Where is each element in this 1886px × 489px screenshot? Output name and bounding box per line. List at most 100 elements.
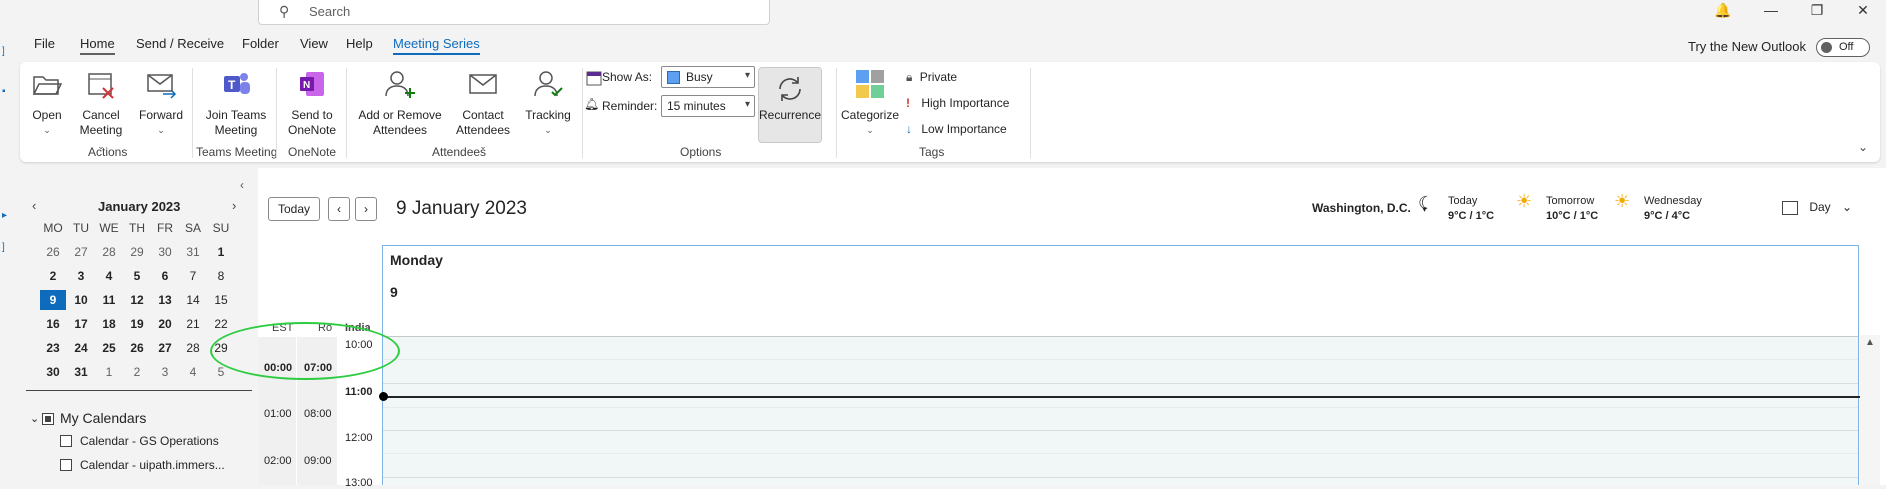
- calendar-day[interactable]: 18: [96, 314, 122, 334]
- forward-button[interactable]: Forward ⌄: [138, 68, 184, 138]
- search-placeholder: Search: [309, 4, 351, 19]
- tab-send-receive[interactable]: Send / Receive: [136, 36, 224, 51]
- calendar-day[interactable]: 31: [68, 362, 94, 382]
- calendar-day[interactable]: 21: [180, 314, 206, 334]
- calendar-day[interactable]: 27: [68, 242, 94, 262]
- calendar-day[interactable]: 1: [208, 242, 234, 262]
- calendar-day[interactable]: 22: [208, 314, 234, 334]
- calendar-day[interactable]: 26: [124, 338, 150, 358]
- calendar-day[interactable]: 12: [124, 290, 150, 310]
- search-input[interactable]: ⚲ Search: [258, 0, 770, 25]
- group-actions-label: Actions: [88, 145, 128, 159]
- high-importance-button[interactable]: ! High Importance: [906, 96, 1009, 110]
- next-day-button[interactable]: ›: [355, 197, 377, 221]
- calendar-day[interactable]: 23: [40, 338, 66, 358]
- bell-icon[interactable]: 🔔: [1700, 0, 1746, 22]
- calendar-day[interactable]: 10: [68, 290, 94, 310]
- scroll-up-icon[interactable]: ▲: [1865, 337, 1875, 348]
- cancel-meeting-button[interactable]: Cancel Meeting ⌄: [76, 68, 126, 154]
- tab-file[interactable]: File: [34, 36, 55, 51]
- calendar-day[interactable]: 5: [124, 266, 150, 286]
- chevron-down-icon[interactable]: ⌄: [30, 412, 39, 425]
- chevron-down-icon: ▾: [744, 70, 750, 81]
- next-month-icon[interactable]: ›: [232, 198, 236, 213]
- tab-help[interactable]: Help: [346, 36, 373, 51]
- calendar-day[interactable]: 28: [96, 242, 122, 262]
- calendar-item-uipath[interactable]: Calendar - uipath.immers...: [80, 458, 225, 472]
- recurrence-button[interactable]: Recurrence: [758, 67, 822, 143]
- calendar-day[interactable]: 17: [68, 314, 94, 334]
- close-button[interactable]: ✕: [1840, 0, 1886, 22]
- open-button[interactable]: Open ⌄: [30, 68, 64, 138]
- calendar-day[interactable]: 2: [40, 266, 66, 286]
- calendar-day[interactable]: 26: [40, 242, 66, 262]
- calendar-day[interactable]: 25: [96, 338, 122, 358]
- view-label: Day: [1809, 200, 1831, 214]
- collapse-pane-icon[interactable]: ‹: [240, 178, 244, 192]
- calendar-day[interactable]: 30: [40, 362, 66, 382]
- new-outlook-toggle[interactable]: Off: [1816, 38, 1870, 57]
- tab-meeting-series[interactable]: Meeting Series: [393, 36, 480, 55]
- calendar-day[interactable]: 3: [152, 362, 178, 382]
- calendar-day[interactable]: 5: [208, 362, 234, 382]
- calendar-day[interactable]: 30: [152, 242, 178, 262]
- nav-icon[interactable]: ]: [2, 242, 5, 253]
- calendar-day[interactable]: 27: [152, 338, 178, 358]
- join-teams-meeting-button[interactable]: T Join Teams Meeting: [204, 68, 268, 138]
- low-importance-button[interactable]: ↓ Low Importance: [906, 122, 1007, 136]
- day-of-week-label: FR: [157, 221, 173, 235]
- calendar-day[interactable]: 20: [152, 314, 178, 334]
- calendar-day[interactable]: 4: [96, 266, 122, 286]
- nav-icon[interactable]: ]: [2, 46, 5, 57]
- view-selector[interactable]: Day ⌄: [1782, 200, 1852, 215]
- tracking-button[interactable]: Tracking ⌄: [520, 68, 576, 138]
- send-to-onenote-button[interactable]: N Send to OneNote: [284, 68, 340, 138]
- reminder-select[interactable]: 15 minutes ▾: [661, 95, 755, 117]
- ribbon-collapse-icon[interactable]: ⌄: [1858, 140, 1868, 154]
- add-remove-attendees-button[interactable]: Add or Remove Attendees: [356, 68, 444, 138]
- tab-view[interactable]: View: [300, 36, 328, 51]
- calendar-day[interactable]: 29: [124, 242, 150, 262]
- scrollbar[interactable]: ▲: [1860, 335, 1880, 485]
- calendar-day[interactable]: 7: [180, 266, 206, 286]
- calendar-day[interactable]: 9: [40, 290, 66, 310]
- calendar-day[interactable]: 31: [180, 242, 206, 262]
- calendar-day[interactable]: 13: [152, 290, 178, 310]
- today-button[interactable]: Today: [268, 197, 320, 221]
- divider: [26, 390, 252, 391]
- calendar-day[interactable]: 14: [180, 290, 206, 310]
- contact-attendees-button[interactable]: Contact Attendees ⌄: [452, 68, 514, 154]
- calendar-checkbox[interactable]: [60, 459, 72, 471]
- calendar-day[interactable]: 24: [68, 338, 94, 358]
- calendar-day[interactable]: 11: [96, 290, 122, 310]
- prev-month-icon[interactable]: ‹: [32, 198, 36, 213]
- calendar-day[interactable]: 2: [124, 362, 150, 382]
- location-selector[interactable]: Washington, D.C. ▾: [1312, 201, 1427, 215]
- calendar-day[interactable]: 28: [180, 338, 206, 358]
- calendar-day[interactable]: 16: [40, 314, 66, 334]
- time-slots[interactable]: [383, 336, 1858, 486]
- minimize-button[interactable]: —: [1748, 0, 1794, 22]
- show-as-select[interactable]: Busy ▾: [661, 66, 755, 88]
- calendar-day[interactable]: 8: [208, 266, 234, 286]
- calendar-day[interactable]: 19: [124, 314, 150, 334]
- tab-folder[interactable]: Folder: [242, 36, 279, 51]
- calendar-day[interactable]: 15: [208, 290, 234, 310]
- calendar-day[interactable]: 29: [208, 338, 234, 358]
- nav-icon[interactable]: ▸: [2, 210, 7, 221]
- calendar-checkbox[interactable]: [60, 435, 72, 447]
- calendar-day[interactable]: 3: [68, 266, 94, 286]
- cancel-label-2: Meeting: [79, 123, 123, 137]
- calendar-day[interactable]: 1: [96, 362, 122, 382]
- my-calendars-checkbox[interactable]: [42, 413, 54, 425]
- tab-home[interactable]: Home: [80, 36, 115, 55]
- nav-icon[interactable]: ▪: [2, 86, 6, 97]
- private-button[interactable]: 🔒︎ Private: [906, 70, 957, 85]
- calendar-day[interactable]: 4: [180, 362, 206, 382]
- categorize-button[interactable]: Categorize ⌄: [838, 68, 902, 138]
- calendar-item-gs-operations[interactable]: Calendar - GS Operations: [80, 434, 219, 448]
- restore-button[interactable]: ❐: [1794, 0, 1840, 22]
- previous-day-button[interactable]: ‹: [328, 197, 350, 221]
- day-column[interactable]: Monday 9: [382, 245, 1859, 486]
- calendar-day[interactable]: 6: [152, 266, 178, 286]
